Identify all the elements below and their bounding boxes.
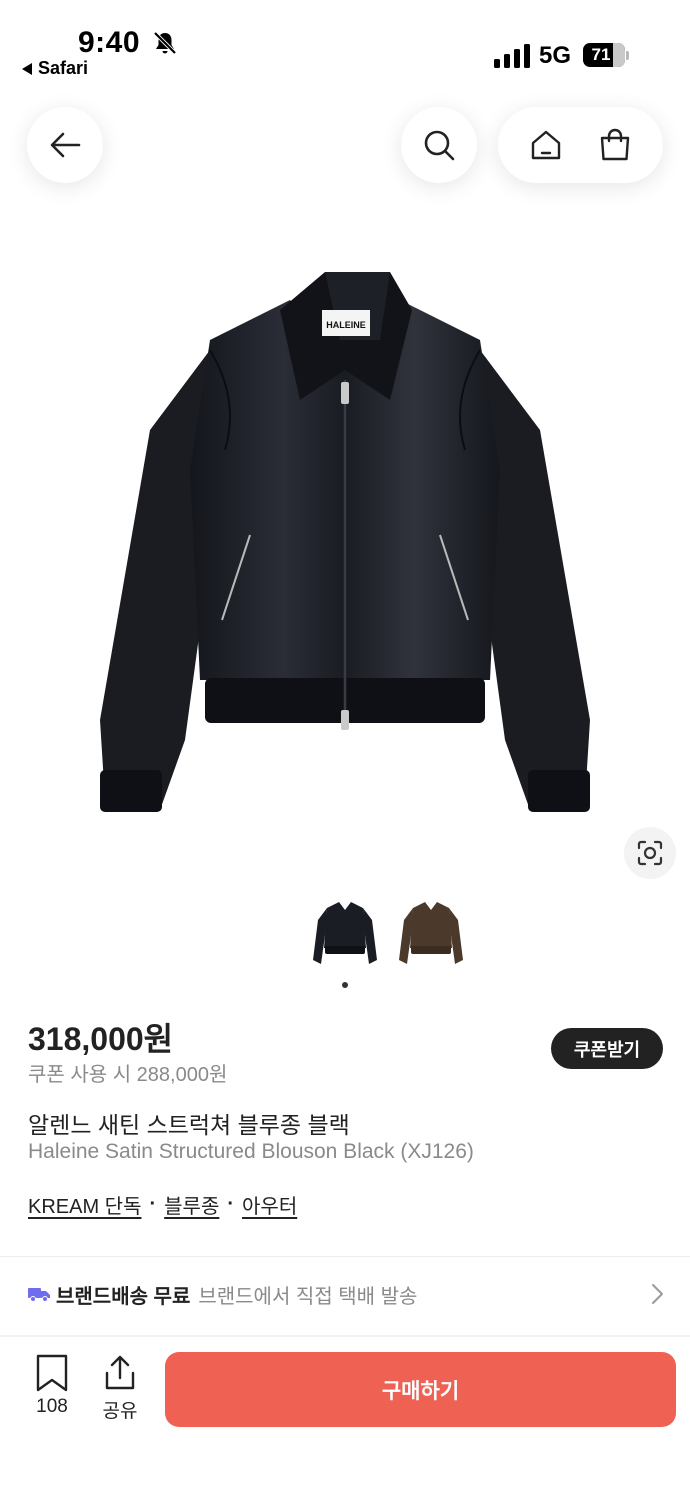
status-bar: 9:40 Safari 5G 71: [0, 0, 690, 90]
divider: [0, 1256, 690, 1257]
product-price: 318,000원: [28, 1021, 174, 1057]
shipping-description: 브랜드에서 직접 택배 발송: [198, 1285, 418, 1308]
arrow-left-icon: [50, 132, 81, 158]
image-search-button[interactable]: [624, 827, 676, 879]
shopping-bag-button[interactable]: [585, 107, 645, 183]
tag-kream-exclusive[interactable]: KREAM 단독: [28, 1190, 141, 1219]
search-icon: [424, 130, 455, 161]
chevron-right-icon: [652, 1284, 663, 1304]
network-type: 5G: [539, 42, 572, 69]
share-label: 공유: [102, 1401, 138, 1422]
buy-button[interactable]: 구매하기: [165, 1352, 676, 1427]
tag-separator: ·: [227, 1193, 235, 1215]
back-triangle-icon: [22, 62, 32, 75]
coupon-price: 쿠폰 사용 시 288,000원: [28, 1064, 228, 1086]
back-button[interactable]: [27, 107, 103, 183]
search-button[interactable]: [401, 107, 477, 183]
thumbnail-black[interactable]: [309, 898, 381, 974]
home-icon: [532, 130, 561, 160]
bottom-action-bar: 108 공유 구매하기: [0, 1338, 690, 1500]
tag-outer[interactable]: 아우터: [242, 1190, 297, 1219]
jacket-label-text: HALEINE: [326, 320, 366, 330]
bookmark-icon: [36, 1354, 68, 1392]
product-title-korean: 알렌느 새틴 스트럭쳐 블루종 블랙: [28, 1112, 350, 1138]
get-coupon-button[interactable]: 쿠폰받기: [551, 1028, 663, 1069]
share-button[interactable]: 공유: [96, 1354, 144, 1423]
product-title-english: Haleine Satin Structured Blouson Black (…: [28, 1140, 474, 1163]
tag-separator: ·: [149, 1193, 157, 1215]
status-time: 9:40: [78, 26, 141, 59]
battery-percent: 71: [591, 45, 611, 64]
battery-tip: [626, 51, 629, 60]
save-button[interactable]: 108: [26, 1354, 78, 1418]
carousel-indicator: [342, 982, 348, 988]
signal-icon: [494, 44, 530, 68]
shopping-bag-icon: [600, 128, 629, 161]
back-app-label: Safari: [38, 58, 89, 78]
product-image[interactable]: HALEINE: [90, 270, 600, 820]
save-count: 108: [36, 1396, 68, 1417]
battery-icon: 71: [583, 43, 625, 67]
share-icon: [105, 1355, 135, 1390]
divider: [0, 1335, 690, 1337]
shipping-title: 브랜드배송 무료: [56, 1285, 191, 1308]
tag-blouson[interactable]: 블루종: [164, 1190, 219, 1219]
nav-button-group: [498, 107, 663, 183]
product-thumbnails: [309, 898, 469, 974]
truck-icon: [28, 1288, 50, 1302]
shipping-info-row[interactable]: 브랜드배송 무료 브랜드에서 직접 택배 발송: [28, 1272, 668, 1316]
product-tags: KREAM 단독 · 블루종 · 아우터: [28, 1190, 297, 1219]
back-to-app[interactable]: Safari: [22, 58, 88, 79]
thumbnail-brown[interactable]: [395, 898, 467, 974]
home-button[interactable]: [516, 107, 576, 183]
image-search-icon: [637, 840, 663, 866]
bell-slash-icon: [153, 31, 177, 55]
